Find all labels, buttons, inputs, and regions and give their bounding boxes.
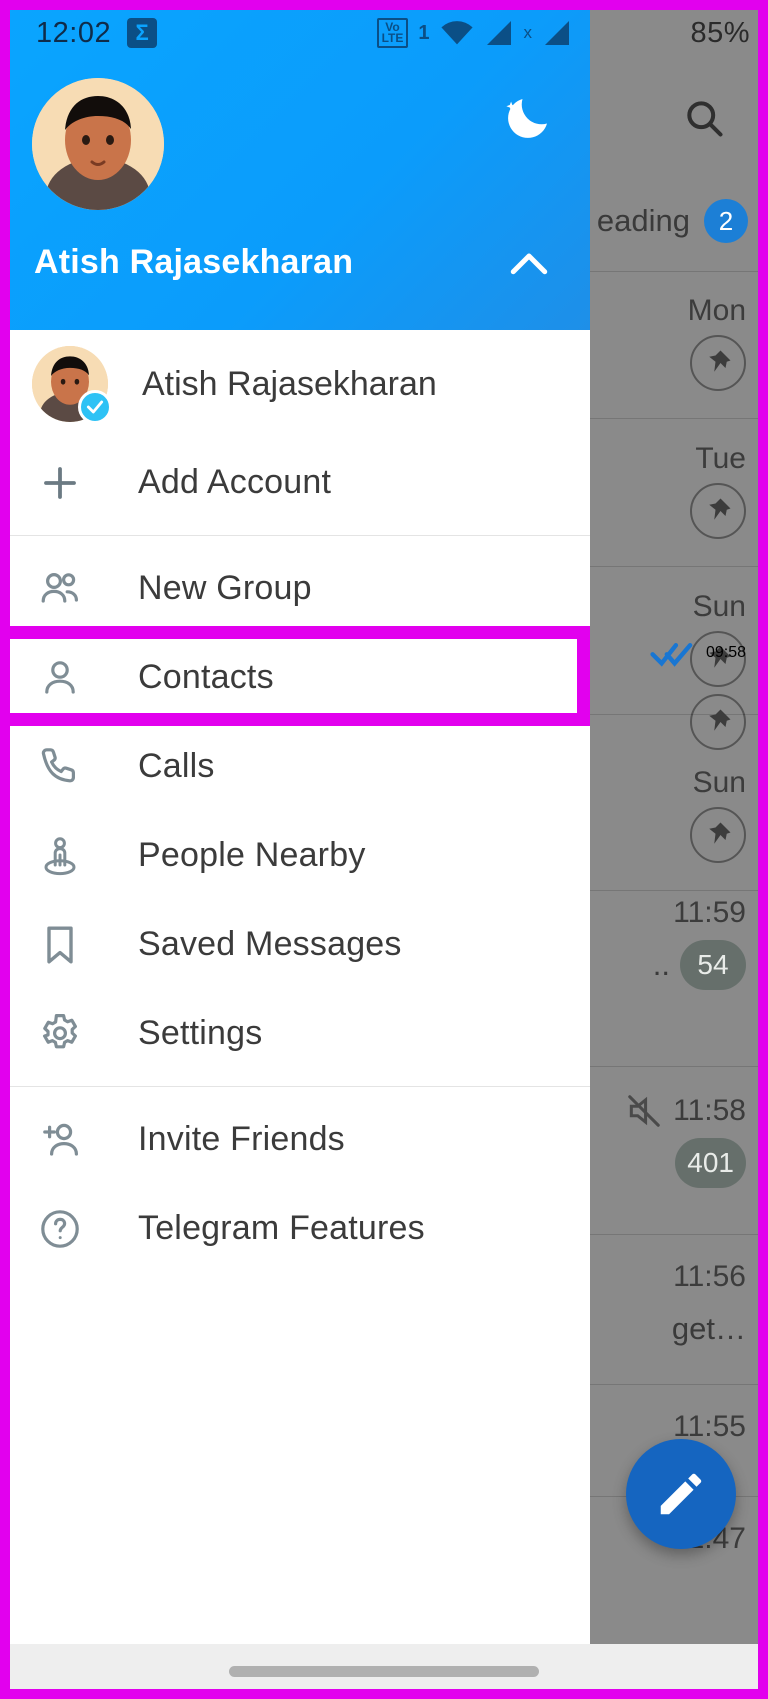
menu-item-label: Contacts (138, 658, 274, 696)
sigma-app-icon: Σ (127, 18, 158, 48)
wifi-icon (440, 20, 474, 46)
tab-unread-badge: 2 (704, 199, 748, 243)
menu-item-add-account[interactable]: Add Account (0, 438, 590, 527)
signal-icon (484, 19, 514, 47)
avatar[interactable] (32, 78, 164, 210)
menu-item-settings[interactable]: Settings (0, 989, 590, 1078)
menu-item-label: Telegram Features (138, 1209, 425, 1247)
people-icon (36, 565, 102, 613)
divider (0, 1086, 590, 1087)
system-navigation-bar (0, 1644, 768, 1699)
chat-time: 11:59 (673, 896, 746, 929)
menu-item-label: New Group (138, 569, 312, 607)
drawer-header: 12:02 Σ Vo LTE 1 x Atish Rajasekharan (0, 0, 590, 330)
profile-name: Atish Rajasekharan (34, 243, 354, 281)
verified-check-icon (78, 390, 112, 424)
menu-item-label: Saved Messages (138, 925, 402, 963)
menu-item-label: Invite Friends (138, 1120, 345, 1158)
unread-count-badge: 401 (675, 1138, 746, 1188)
battery-percent-label: 85% (690, 16, 750, 49)
menu-item-invite-friends[interactable]: Invite Friends (0, 1095, 590, 1184)
compose-fab[interactable] (626, 1439, 736, 1549)
clock-label: 12:02 (36, 16, 112, 49)
account-row[interactable]: Atish Rajasekharan (0, 330, 590, 438)
chat-time: Sun (692, 766, 746, 799)
question-circle-icon (36, 1205, 102, 1253)
chat-time: 11:56 (673, 1260, 746, 1293)
menu-item-telegram-features[interactable]: Telegram Features (0, 1184, 590, 1273)
chat-time: 09:58 (705, 644, 746, 661)
bookmark-icon (36, 921, 102, 969)
plus-icon (36, 459, 102, 507)
menu-item-label: Settings (138, 1014, 263, 1052)
menu-item-contacts[interactable]: Contacts (0, 633, 590, 722)
sim-label: 1 (418, 21, 430, 44)
menu-item-saved-messages[interactable]: Saved Messages (0, 900, 590, 989)
chevron-up-icon[interactable] (502, 238, 556, 292)
menu-item-label: People Nearby (138, 836, 366, 874)
mute-icon (625, 1092, 663, 1130)
signal-icon-2 (542, 19, 572, 47)
roaming-label: x (523, 23, 533, 42)
pin-icon (690, 807, 746, 863)
add-person-icon (36, 1116, 102, 1164)
chat-time: Tue (695, 442, 746, 475)
navigation-drawer: 12:02 Σ Vo LTE 1 x Atish Rajasekharan At… (0, 0, 590, 1644)
chat-time: 11:58 (673, 1094, 746, 1127)
volte-icon: Vo LTE (376, 18, 409, 48)
pin-icon (690, 335, 746, 391)
menu-item-new-group[interactable]: New Group (0, 544, 590, 633)
phone-screenshot: 85% eading 2 Mon Tue Sun 09:58 Sun 11:59… (0, 0, 768, 1699)
menu-item-people-nearby[interactable]: People Nearby (0, 811, 590, 900)
chat-time: Sun (692, 590, 746, 623)
menu-item-label: Add Account (138, 463, 332, 501)
moon-icon[interactable] (498, 92, 554, 148)
people-nearby-icon (36, 832, 102, 880)
chat-snippet: .. (652, 947, 670, 982)
divider (0, 535, 590, 536)
drawer-menu-list: Atish Rajasekharan Add Account New Group… (0, 330, 590, 1273)
unread-count-badge: 54 (680, 940, 746, 990)
pin-icon (690, 694, 746, 750)
tab-label: eading (596, 203, 690, 238)
chat-snippet: get… (671, 1311, 746, 1346)
gesture-pill-handle[interactable] (229, 1666, 539, 1677)
menu-item-calls[interactable]: Calls (0, 722, 590, 811)
read-receipt-icon (650, 638, 694, 668)
pin-icon (690, 483, 746, 539)
person-icon (36, 654, 102, 702)
gear-icon (36, 1010, 102, 1058)
search-icon[interactable] (682, 96, 726, 140)
account-name-label: Atish Rajasekharan (142, 364, 437, 403)
chat-time: Mon (687, 294, 746, 327)
phone-icon (36, 743, 102, 791)
menu-item-label: Calls (138, 747, 215, 785)
status-bar: 12:02 Σ Vo LTE 1 x (0, 0, 590, 66)
